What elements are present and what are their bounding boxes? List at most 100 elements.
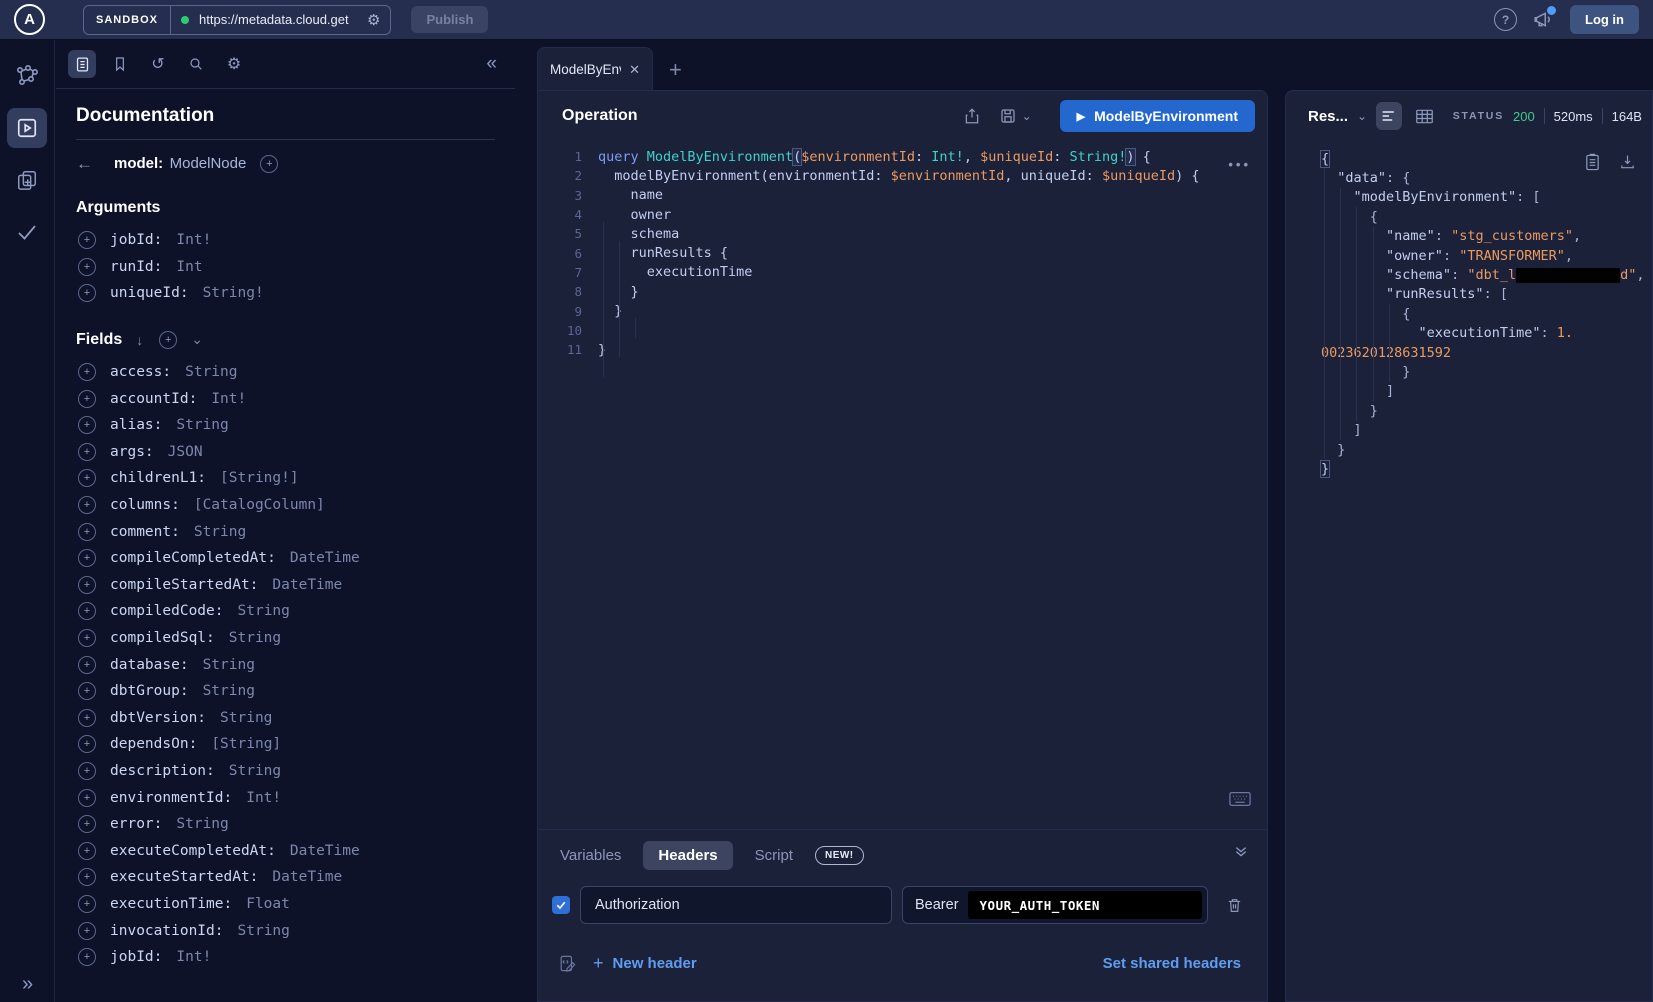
field-name[interactable]: dbtGroup: bbox=[110, 683, 189, 699]
field-type[interactable]: Int! bbox=[246, 790, 281, 806]
add-field-icon[interactable]: + bbox=[78, 258, 96, 276]
add-field-icon[interactable]: + bbox=[78, 789, 96, 807]
code-line[interactable]: 11} bbox=[538, 340, 1267, 359]
add-field-icon[interactable]: + bbox=[78, 523, 96, 541]
code-line[interactable]: 6 runResults { bbox=[538, 243, 1267, 262]
save-menu-chevron-icon[interactable]: ⌄ bbox=[1022, 109, 1032, 123]
add-field-icon[interactable]: + bbox=[78, 390, 96, 408]
announcements-icon[interactable] bbox=[1533, 9, 1554, 30]
save-operation-control[interactable]: ⌄ bbox=[999, 107, 1032, 125]
field-name[interactable]: runId: bbox=[110, 259, 162, 275]
field-name[interactable]: dbtVersion: bbox=[110, 710, 206, 726]
code-line[interactable]: 1query ModelByEnvironment($environmentId… bbox=[538, 147, 1267, 166]
field-type[interactable]: [CatalogColumn] bbox=[194, 497, 325, 513]
header-value-field[interactable]: Bearer YOUR_AUTH_TOKEN bbox=[902, 886, 1208, 924]
add-field-icon[interactable]: + bbox=[78, 842, 96, 860]
field-type[interactable]: Int! bbox=[211, 391, 246, 407]
field-type[interactable]: DateTime bbox=[272, 577, 342, 593]
close-tab-icon[interactable]: ✕ bbox=[629, 62, 640, 78]
field-name[interactable]: compileStartedAt: bbox=[110, 577, 258, 593]
sort-fields-icon[interactable]: ↓ bbox=[136, 332, 143, 348]
share-operation-icon[interactable] bbox=[963, 107, 981, 125]
add-field-icon[interactable]: + bbox=[78, 815, 96, 833]
add-field-icon[interactable]: + bbox=[78, 363, 96, 381]
add-field-icon[interactable]: + bbox=[78, 762, 96, 780]
field-type[interactable]: String! bbox=[203, 285, 264, 301]
publish-button[interactable]: Publish bbox=[411, 6, 488, 33]
code-line[interactable]: 7 executionTime bbox=[538, 263, 1267, 282]
delete-header-icon[interactable] bbox=[1226, 896, 1243, 914]
code-line[interactable]: 9 } bbox=[538, 301, 1267, 320]
table-view-icon[interactable] bbox=[1411, 102, 1437, 130]
field-name[interactable]: database: bbox=[110, 657, 189, 673]
field-name[interactable]: childrenL1: bbox=[110, 470, 206, 486]
code-line[interactable]: 4 owner bbox=[538, 205, 1267, 224]
header-key-input[interactable] bbox=[580, 886, 892, 924]
add-field-icon[interactable]: + bbox=[78, 496, 96, 514]
add-field-icon[interactable]: + bbox=[78, 709, 96, 727]
field-name[interactable]: invocationId: bbox=[110, 923, 224, 939]
code-line[interactable]: 2 modelByEnvironment(environmentId: $env… bbox=[538, 166, 1267, 185]
field-type[interactable]: String bbox=[194, 524, 246, 540]
code-line[interactable]: 8 } bbox=[538, 282, 1267, 301]
fields-options-icon[interactable]: ⌄ bbox=[191, 331, 203, 348]
operation-collections-icon[interactable] bbox=[7, 160, 47, 200]
add-field-icon[interactable]: + bbox=[78, 469, 96, 487]
field-type[interactable]: Int bbox=[176, 259, 202, 275]
schema-graph-icon[interactable] bbox=[7, 56, 47, 96]
add-field-icon[interactable]: + bbox=[78, 735, 96, 753]
explorer-icon[interactable] bbox=[7, 108, 47, 148]
field-type[interactable]: String bbox=[229, 630, 281, 646]
history-icon[interactable]: ↺ bbox=[144, 50, 172, 78]
field-name[interactable]: executeCompletedAt: bbox=[110, 843, 276, 859]
expand-rail-icon[interactable]: » bbox=[0, 973, 55, 996]
auth-token-value[interactable]: YOUR_AUTH_TOKEN bbox=[968, 891, 1202, 919]
docs-settings-icon[interactable]: ⚙ bbox=[220, 50, 248, 78]
field-name[interactable]: uniqueId: bbox=[110, 285, 189, 301]
add-field-icon[interactable]: + bbox=[78, 443, 96, 461]
login-button[interactable]: Log in bbox=[1570, 5, 1639, 34]
add-field-icon[interactable]: + bbox=[78, 416, 96, 434]
field-name[interactable]: columns: bbox=[110, 497, 180, 513]
add-field-icon[interactable]: + bbox=[78, 922, 96, 940]
field-type[interactable]: String bbox=[220, 710, 272, 726]
field-type[interactable]: String bbox=[203, 657, 255, 673]
search-icon[interactable] bbox=[182, 50, 210, 78]
run-operation-button[interactable]: ▶ ModelByEnvironment bbox=[1060, 100, 1255, 132]
response-title[interactable]: Res... bbox=[1308, 108, 1348, 125]
field-name[interactable]: access: bbox=[110, 364, 171, 380]
field-name[interactable]: comment: bbox=[110, 524, 180, 540]
add-field-icon[interactable]: + bbox=[78, 284, 96, 302]
bookmark-icon[interactable] bbox=[106, 50, 134, 78]
field-name[interactable]: compiledCode: bbox=[110, 603, 224, 619]
field-name[interactable]: jobId: bbox=[110, 949, 162, 965]
field-name[interactable]: executionTime: bbox=[110, 896, 232, 912]
add-field-icon[interactable]: + bbox=[78, 948, 96, 966]
field-type[interactable]: String bbox=[238, 923, 290, 939]
add-field-icon[interactable]: + bbox=[78, 868, 96, 886]
field-type[interactable]: String bbox=[229, 763, 281, 779]
new-tab-icon[interactable]: + bbox=[669, 57, 682, 83]
help-icon[interactable]: ? bbox=[1494, 8, 1517, 31]
field-type[interactable]: Int! bbox=[176, 232, 211, 248]
endpoint-url-input[interactable] bbox=[197, 11, 359, 28]
field-name[interactable]: description: bbox=[110, 763, 215, 779]
editor-more-options-icon[interactable]: ••• bbox=[1228, 157, 1251, 172]
field-name[interactable]: executeStartedAt: bbox=[110, 869, 258, 885]
operation-tab[interactable]: ModelByEnvi... ✕ bbox=[537, 47, 653, 91]
field-type[interactable]: Float bbox=[246, 896, 290, 912]
endpoint-settings-icon[interactable]: ⚙ bbox=[367, 11, 380, 29]
code-line[interactable]: 10 bbox=[538, 321, 1267, 340]
add-field-icon[interactable]: + bbox=[78, 629, 96, 647]
collapse-subpanel-icon[interactable] bbox=[1233, 843, 1249, 859]
field-type[interactable]: DateTime bbox=[272, 869, 342, 885]
add-field-icon[interactable]: + bbox=[78, 231, 96, 249]
field-type[interactable]: String bbox=[185, 364, 237, 380]
field-name[interactable]: alias: bbox=[110, 417, 162, 433]
field-type[interactable]: DateTime bbox=[290, 843, 360, 859]
add-field-icon[interactable]: + bbox=[78, 682, 96, 700]
field-name[interactable]: compileCompletedAt: bbox=[110, 550, 276, 566]
apollo-logo[interactable]: A bbox=[14, 4, 45, 35]
add-type-icon[interactable]: + bbox=[260, 155, 278, 173]
graphql-editor[interactable]: 1query ModelByEnvironment($environmentId… bbox=[538, 147, 1267, 827]
